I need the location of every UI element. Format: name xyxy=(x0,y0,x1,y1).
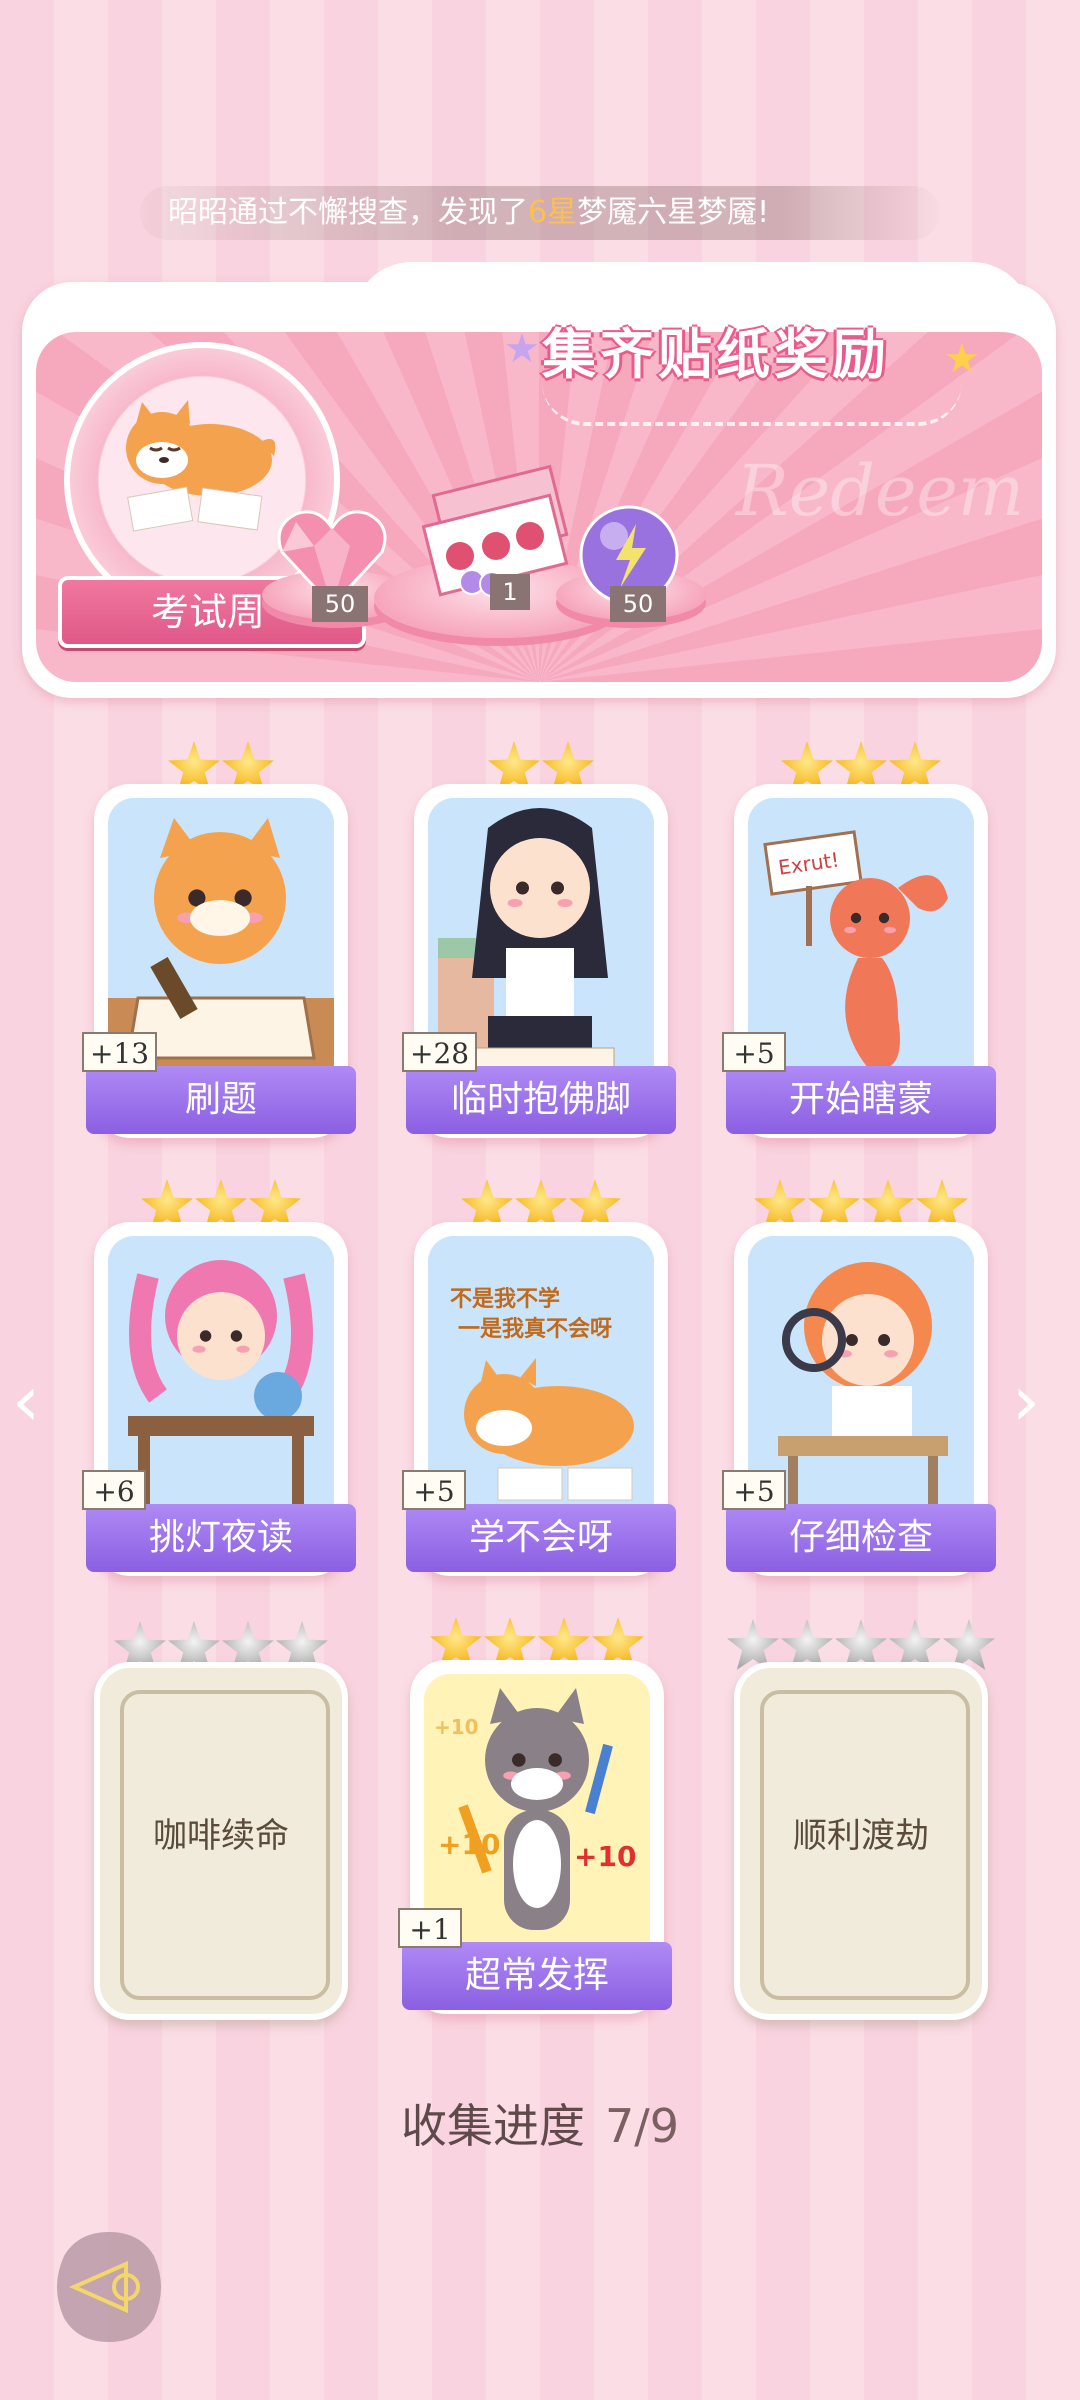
sticker-card[interactable]: +10 +10 +10 超常发挥 +1 xyxy=(398,1660,672,2014)
card-caption: 一是我真不会呀 xyxy=(458,1316,612,1342)
card-count-badge: +1 xyxy=(398,1908,462,1948)
collection-progress: 收集进度 7/9 xyxy=(0,2090,1080,2156)
card-label: 刷题 xyxy=(86,1066,356,1134)
locked-sticker-card[interactable]: 咖啡续命 xyxy=(94,1662,348,2020)
next-page-arrow-icon[interactable]: › xyxy=(1012,1366,1040,1436)
sticker-card[interactable]: 不是我不学 一是我真不会呀 学不会呀 +5 xyxy=(402,1222,676,1576)
back-button[interactable] xyxy=(50,2228,168,2346)
progress-value: 7/9 xyxy=(604,2099,680,2153)
card-label: 超常发挥 xyxy=(402,1942,672,2010)
card-count-badge: +6 xyxy=(82,1470,146,1510)
card-count-badge: +28 xyxy=(402,1032,478,1072)
locked-sticker-card[interactable]: 顺利渡劫 xyxy=(734,1662,988,2020)
sticker-reward-banner: Redeem ★ 集齐贴纸奖励 ★ 考试周 50 1 50 xyxy=(22,262,1056,698)
card-label: 开始瞎蒙 xyxy=(726,1066,996,1134)
notice-highlight: 6星 xyxy=(528,195,578,230)
discovery-notice: 昭昭通过不懈搜查，发现了6星梦魇六星梦魇! xyxy=(140,186,940,240)
star-decoration-icon: ★ xyxy=(504,326,540,372)
card-count-badge: +5 xyxy=(722,1470,786,1510)
sticker-card[interactable]: 挑灯夜读 +6 xyxy=(82,1222,356,1576)
sticker-card[interactable]: 刷题 +13 xyxy=(82,784,356,1138)
card-caption: 不是我不学 xyxy=(450,1286,560,1312)
card-count-badge: +5 xyxy=(402,1470,466,1510)
locked-card-label: 顺利渡劫 xyxy=(793,1816,929,1856)
notice-suffix: 梦魇六星梦魇! xyxy=(577,195,770,230)
reward-count-badge: 1 xyxy=(490,574,530,610)
card-label: 学不会呀 xyxy=(406,1504,676,1572)
sticker-card[interactable]: 仔细检查 +5 xyxy=(722,1222,996,1576)
card-label: 挑灯夜读 xyxy=(86,1504,356,1572)
reward-count-badge: 50 xyxy=(610,586,666,622)
sticker-card[interactable]: 临时抱佛脚 +28 xyxy=(402,784,676,1138)
locked-card-label: 咖啡续命 xyxy=(153,1816,289,1856)
notice-prefix: 昭昭通过不懈搜查，发现了 xyxy=(168,195,528,230)
sticker-card[interactable]: Exrut! 开始瞎蒙 +5 xyxy=(722,784,996,1138)
bonus-text: +10 xyxy=(574,1840,636,1873)
card-count-badge: +5 xyxy=(722,1032,786,1072)
banner-watermark: Redeem xyxy=(736,450,1025,532)
card-count-badge: +13 xyxy=(82,1032,158,1072)
star-decoration-icon: ★ xyxy=(944,336,980,382)
bonus-text: +10 xyxy=(434,1715,479,1739)
card-label: 仔细检查 xyxy=(726,1504,996,1572)
card-label: 临时抱佛脚 xyxy=(406,1066,676,1134)
ribbon-decoration xyxy=(542,382,962,426)
progress-label: 收集进度 xyxy=(400,2099,585,2153)
prev-page-arrow-icon[interactable]: ‹ xyxy=(12,1366,40,1436)
reward-count-badge: 50 xyxy=(312,586,368,622)
